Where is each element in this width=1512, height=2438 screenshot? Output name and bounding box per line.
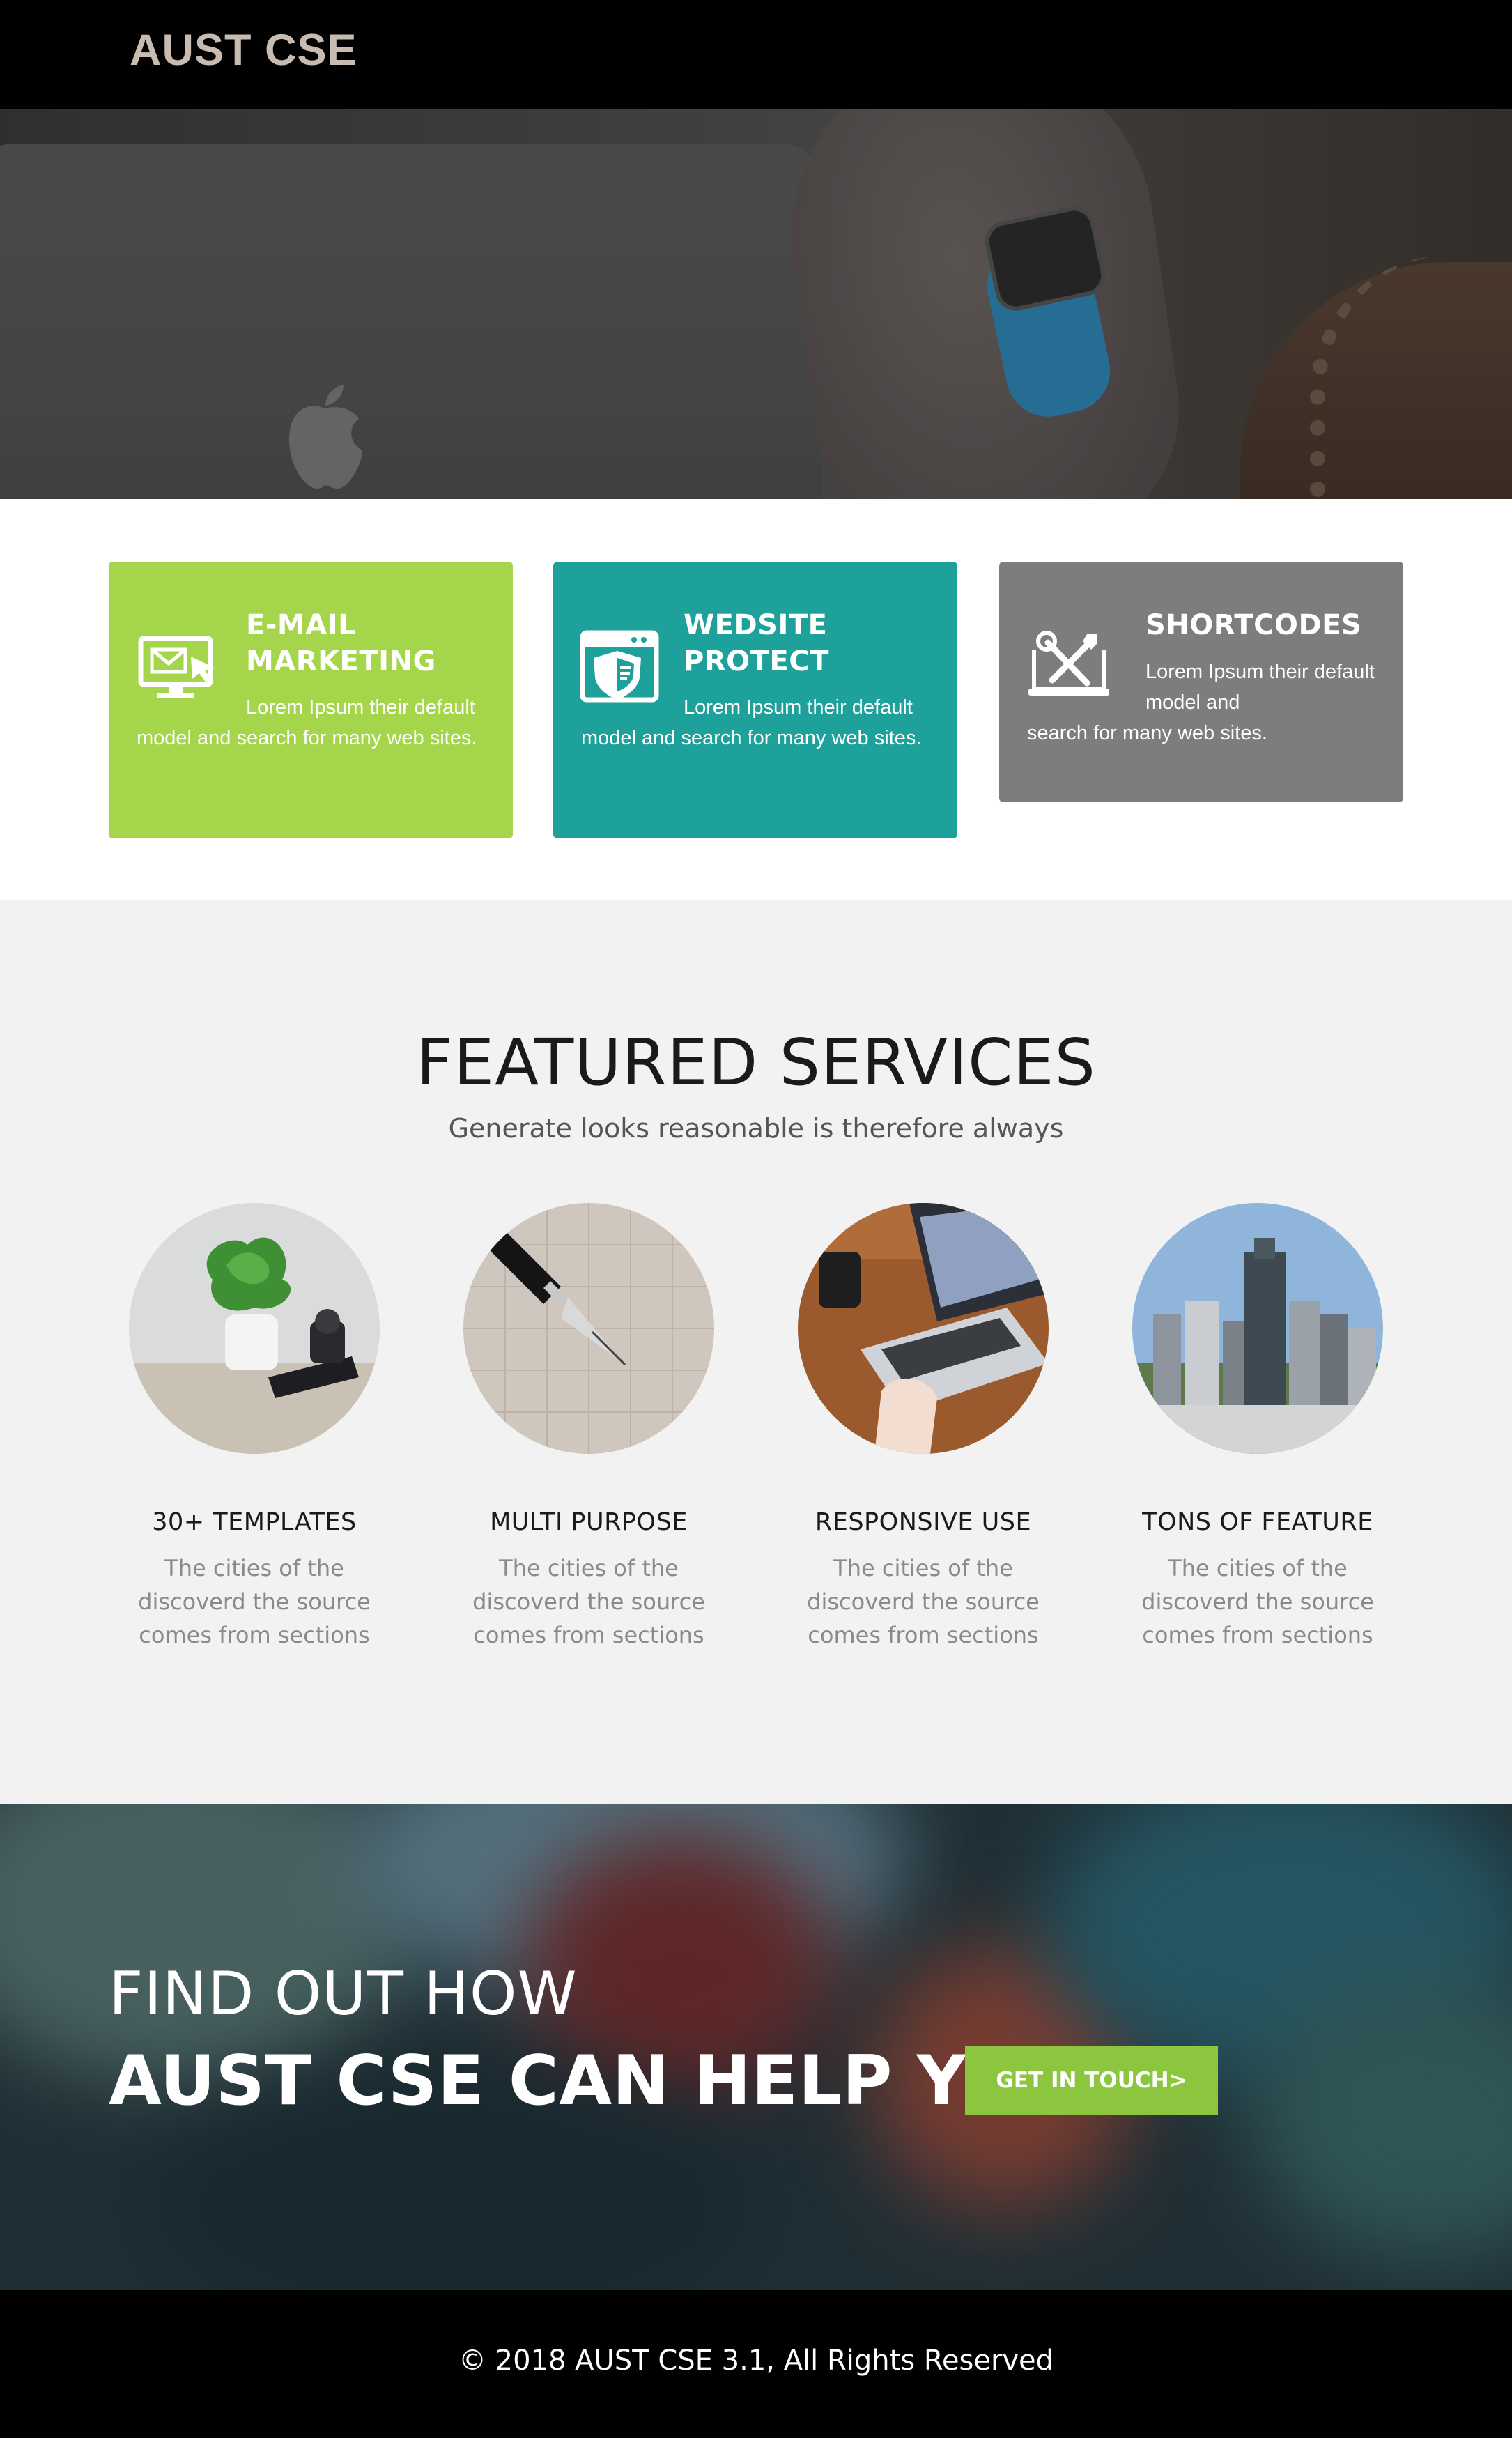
card-text: Lorem Ipsum their default model and sear… (137, 696, 477, 749)
get-in-touch-button[interactable]: GET IN TOUCH> (965, 2046, 1218, 2115)
service-item-templates[interactable]: 30+ TEMPLATES The cities of the discover… (108, 1203, 401, 1652)
brand-logo[interactable]: AUST CSE (130, 25, 357, 75)
card-title: E-MAIL MARKETING (246, 609, 436, 677)
service-name: TONS OF FEATURE (1142, 1508, 1373, 1536)
top-navbar: AUST CSE (0, 0, 1512, 109)
service-desc: The cities of the discoverd the source c… (138, 1555, 371, 1648)
plant-photo (129, 1203, 380, 1454)
section-title: FEATURED SERVICES (416, 1025, 1096, 1100)
footer: © 2018 AUST CSE 3.1, All Rights Reserved (0, 2290, 1512, 2438)
city-skyline-photo (1132, 1203, 1383, 1454)
copyright-text: © 2018 AUST CSE 3.1, All Rights Reserved (458, 2345, 1054, 2377)
section-subtitle: Generate looks reasonable is therefore a… (448, 1113, 1064, 1144)
card-text: Lorem Ipsum their default model and sear… (581, 696, 922, 749)
laptop-photo (798, 1203, 1049, 1454)
cta-heading-line2: AUST CSE CAN HELP YOU (109, 2041, 1079, 2121)
card-text: Lorem Ipsum their default model and sear… (1027, 661, 1375, 744)
hero-banner-image (0, 109, 1512, 499)
feature-card-website-protect[interactable]: WEDSITE PROTECT Lorem Ipsum their defaul… (553, 562, 957, 838)
feature-card-shortcodes[interactable]: SHORTCODES Lorem Ipsum their default mod… (999, 562, 1403, 802)
service-item-tons-of-feature[interactable]: TONS OF FEATURE The cities of the discov… (1111, 1203, 1404, 1652)
cta-heading-line1: FIND OUT HOW (109, 1959, 578, 2029)
service-desc: The cities of the discoverd the source c… (807, 1555, 1040, 1648)
service-desc: The cities of the discoverd the source c… (1141, 1555, 1374, 1648)
card-title: WEDSITE PROTECT (684, 609, 829, 677)
service-name: 30+ TEMPLATES (152, 1508, 357, 1536)
service-item-multi-purpose[interactable]: MULTI PURPOSE The cities of the discover… (442, 1203, 735, 1652)
service-desc: The cities of the discoverd the source c… (472, 1555, 705, 1648)
service-name: MULTI PURPOSE (490, 1508, 688, 1536)
card-title: SHORTCODES (1145, 609, 1362, 641)
featured-services-section: FEATURED SERVICES Generate looks reasona… (0, 900, 1512, 1804)
feature-cards-section: E-MAIL MARKETING Lorem Ipsum their defau… (0, 499, 1512, 900)
fountain-pen-photo (463, 1203, 714, 1454)
feature-card-email-marketing[interactable]: E-MAIL MARKETING Lorem Ipsum their defau… (109, 562, 513, 838)
call-to-action-banner: FIND OUT HOW AUST CSE CAN HELP YOU GET I… (0, 1804, 1512, 2290)
service-item-responsive-use[interactable]: RESPONSIVE USE The cities of the discove… (777, 1203, 1070, 1652)
service-name: RESPONSIVE USE (815, 1508, 1032, 1536)
